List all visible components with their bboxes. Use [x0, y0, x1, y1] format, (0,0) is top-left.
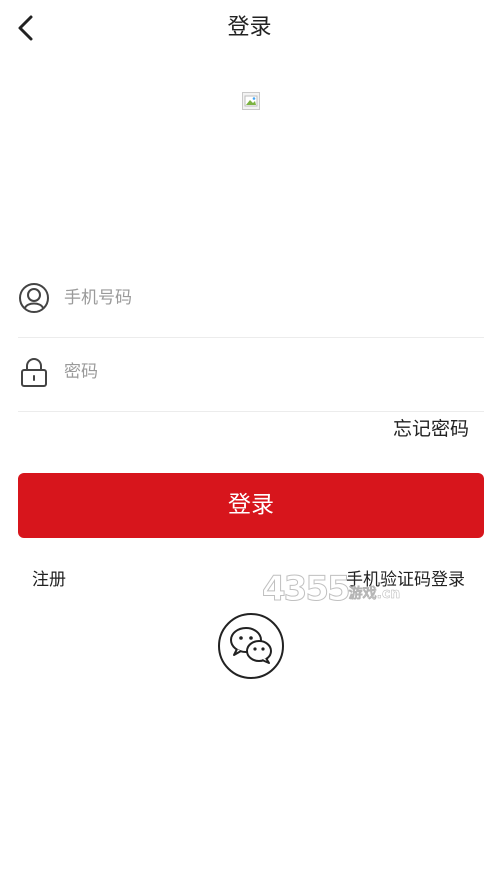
wechat-icon: [218, 613, 284, 679]
watermark-logo: 4355游戏.cn: [262, 569, 401, 614]
wechat-login-button[interactable]: [217, 612, 285, 680]
broken-image-icon: [242, 92, 260, 110]
page-title: 登录: [227, 15, 272, 40]
login-button[interactable]: 登录: [18, 473, 484, 538]
user-circle-icon: [19, 283, 49, 313]
watermark-text: 4355: [262, 569, 352, 609]
phone-input[interactable]: [64, 280, 464, 316]
password-row: [18, 350, 484, 412]
watermark-suffix: 游戏.cn: [348, 586, 401, 603]
phone-row: [18, 276, 484, 338]
forgot-password-link[interactable]: 忘记密码: [393, 416, 469, 442]
login-page: 登录 忘记密码 登录 注册 手机验证码登录 4355游戏.cn: [0, 0, 499, 892]
lock-icon: [21, 358, 47, 387]
password-input[interactable]: [64, 354, 464, 390]
register-link[interactable]: 注册: [32, 568, 66, 592]
